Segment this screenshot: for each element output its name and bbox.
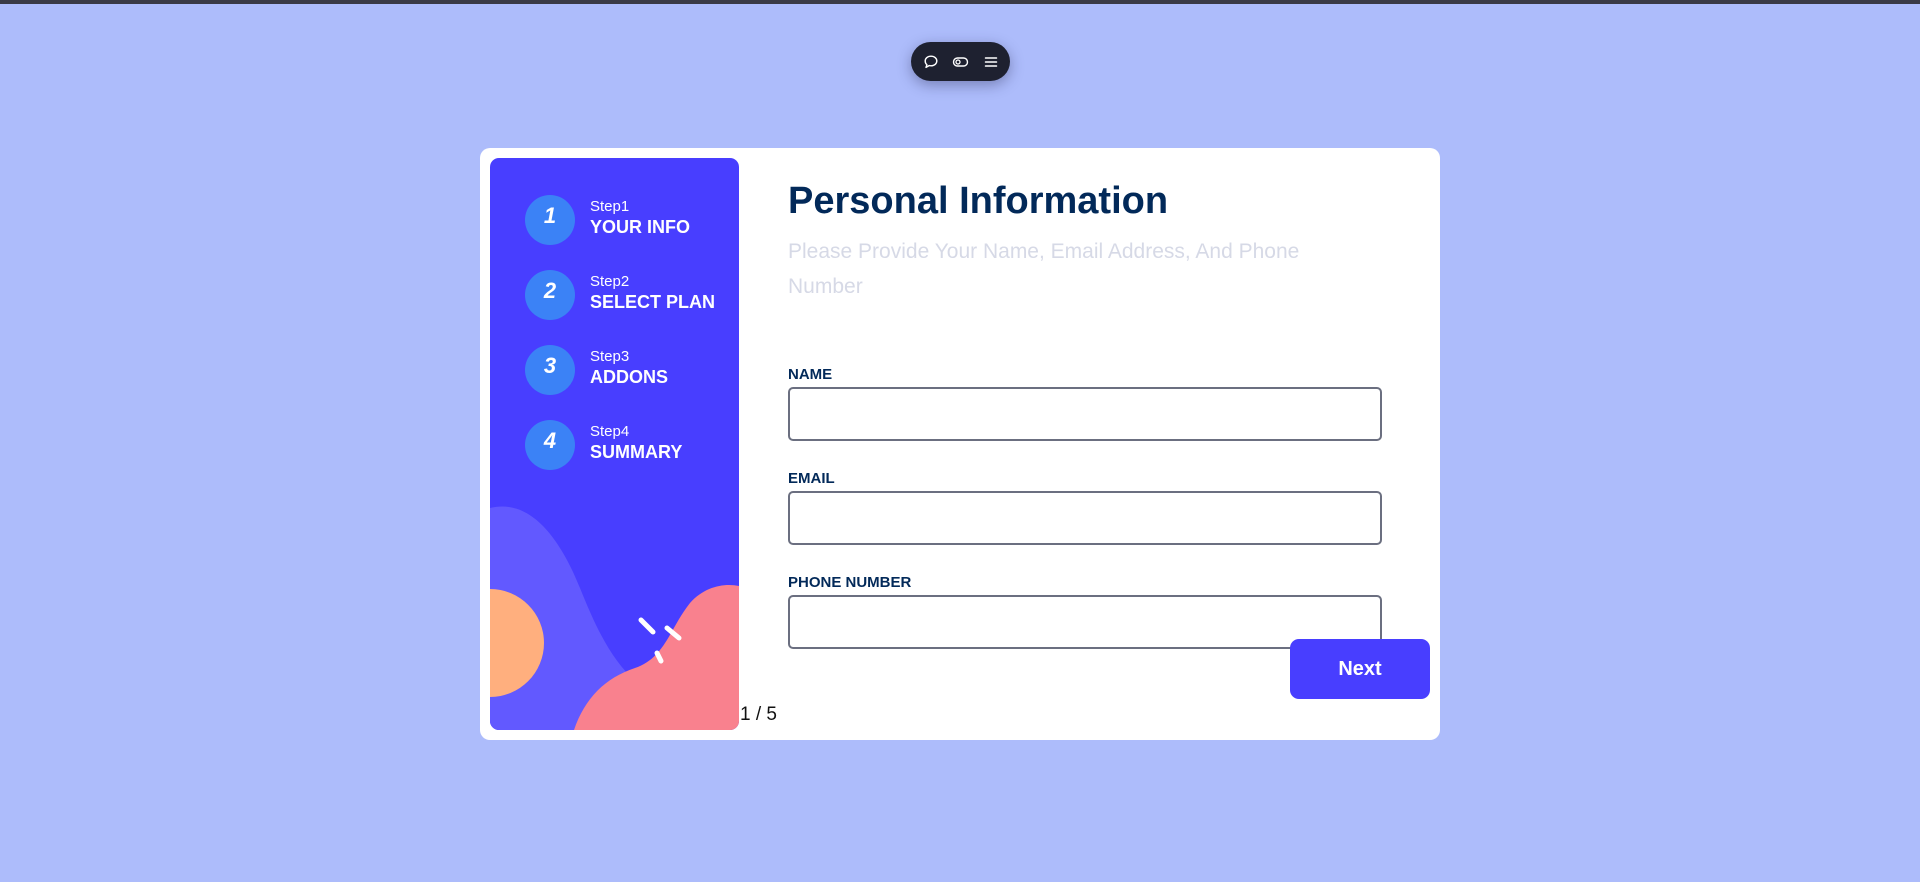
- next-button[interactable]: Next: [1290, 639, 1430, 699]
- step-addons[interactable]: 3 Step3 ADDONS: [525, 345, 735, 395]
- page-subtitle: Please Provide Your Name, Email Address,…: [788, 240, 1300, 298]
- step-title: SUMMARY: [590, 442, 683, 462]
- personal-info-form: Personal Information Please Provide Your…: [788, 178, 1388, 649]
- page-indicator: 1 / 5: [740, 704, 777, 725]
- step-caption: Step3: [590, 348, 630, 365]
- step-summary[interactable]: 4 Step4 SUMMARY: [525, 420, 735, 470]
- step-your-info[interactable]: 1 Step1 YOUR INFO: [525, 195, 735, 245]
- email-label: EMAIL: [788, 470, 835, 487]
- step-title: YOUR INFO: [590, 217, 691, 237]
- phone-label: PHONE NUMBER: [788, 574, 912, 591]
- name-input[interactable]: [788, 387, 1382, 441]
- email-input[interactable]: [788, 491, 1382, 545]
- name-label: NAME: [788, 366, 833, 383]
- steps-sidebar: 1 Step1 YOUR INFO 2 Step2 SELECT PLAN 3 …: [490, 158, 739, 730]
- step-number-badge: 3: [525, 345, 575, 395]
- floating-toolbar: [911, 42, 1010, 81]
- step-title: SELECT PLAN: [590, 292, 716, 312]
- menu-icon[interactable]: [981, 52, 1001, 72]
- step-number-badge: 2: [525, 270, 575, 320]
- step-select-plan[interactable]: 2 Step2 SELECT PLAN: [525, 270, 735, 320]
- form-card: 1 Step1 YOUR INFO 2 Step2 SELECT PLAN 3 …: [480, 148, 1440, 740]
- step-title: ADDONS: [590, 367, 669, 387]
- sparkle-mark: [638, 617, 656, 635]
- browser-top-strip: [0, 0, 1920, 4]
- page-title: Personal Information: [788, 180, 1169, 222]
- toggle-icon[interactable]: [951, 52, 971, 72]
- step-caption: Step2: [590, 273, 630, 290]
- step-number-badge: 4: [525, 420, 575, 470]
- step-caption: Step4: [590, 423, 630, 440]
- comment-icon[interactable]: [921, 52, 941, 72]
- step-number-badge: 1: [525, 195, 575, 245]
- step-caption: Step1: [590, 198, 630, 215]
